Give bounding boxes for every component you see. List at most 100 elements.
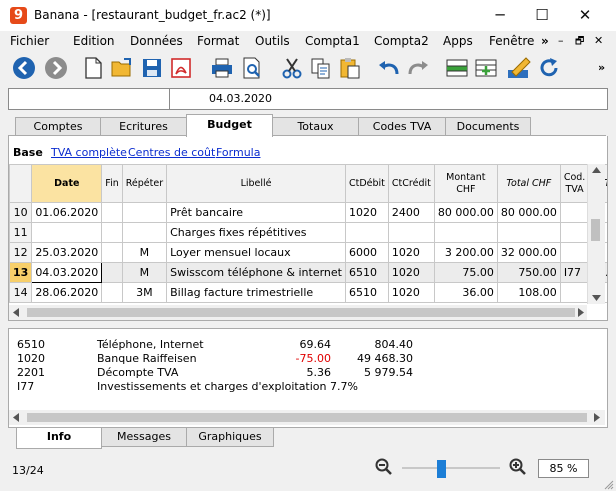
close-button[interactable]: ✕ xyxy=(562,0,608,31)
cell-date[interactable] xyxy=(31,222,103,243)
tab-totaux[interactable]: Totaux xyxy=(272,117,359,136)
cell-repeter[interactable]: M xyxy=(121,262,168,283)
cell-montant[interactable]: 80 000.00 xyxy=(433,202,498,223)
table-row[interactable]: 10 01.06.2020 Prêt bancaire 1020 2400 80… xyxy=(9,202,607,223)
menu-fichier[interactable]: Fichier xyxy=(10,34,49,48)
maximize-button[interactable]: ☐ xyxy=(519,0,565,31)
table-row[interactable]: 12 25.03.2020 M Loyer mensuel locaux 600… xyxy=(9,242,607,263)
zoom-slider-thumb[interactable] xyxy=(437,460,446,478)
zoom-level-field[interactable]: 85 % xyxy=(538,459,589,478)
tab-info[interactable]: Info xyxy=(16,428,102,449)
cell-cod-tva[interactable] xyxy=(559,282,590,303)
menu-donnees[interactable]: Données xyxy=(130,34,183,48)
redo-icon[interactable] xyxy=(405,55,431,81)
menu-compta2[interactable]: Compta2 xyxy=(374,34,429,48)
cell-ctdebit[interactable]: 6510 xyxy=(344,262,389,283)
scroll-right-arrow-icon[interactable] xyxy=(594,413,600,422)
cell-montant[interactable]: 3 200.00 xyxy=(433,242,498,263)
menu-fenetre[interactable]: Fenêtre xyxy=(489,34,534,48)
cell-ctdebit[interactable]: 1020 xyxy=(344,202,389,223)
cell-ctcredit[interactable]: 1020 xyxy=(387,242,435,263)
cell-cod-tva[interactable] xyxy=(559,242,590,263)
cell-montant[interactable]: 36.00 xyxy=(433,282,498,303)
cell-cod-tva[interactable] xyxy=(559,222,590,243)
zoom-out-icon[interactable] xyxy=(375,458,393,476)
undo-icon[interactable] xyxy=(376,55,402,81)
resize-grip-icon[interactable] xyxy=(604,480,614,490)
cell-date-current[interactable]: 04.03.2020 xyxy=(31,262,103,283)
cell-libelle[interactable]: Prêt bancaire xyxy=(166,202,346,223)
cell-total[interactable] xyxy=(496,222,561,243)
mdi-close-button[interactable]: ✕ xyxy=(594,34,603,47)
mdi-restore-button[interactable]: 🗗 xyxy=(575,34,584,51)
cell-libelle[interactable]: Loyer mensuel locaux xyxy=(166,242,346,263)
scroll-up-arrow-icon[interactable] xyxy=(592,167,601,173)
view-centres-de-cout[interactable]: Centres de coût xyxy=(128,146,215,159)
cell-repeter[interactable]: 3M xyxy=(121,282,168,303)
menu-apps[interactable]: Apps xyxy=(443,34,473,48)
menu-format[interactable]: Format xyxy=(197,34,239,48)
recheck-icon[interactable] xyxy=(536,55,562,81)
cell-ctdebit[interactable]: 6000 xyxy=(344,242,389,263)
cut-icon[interactable] xyxy=(279,55,305,81)
cell-montant[interactable] xyxy=(433,222,498,243)
cell-repeter[interactable] xyxy=(121,202,168,223)
column-header-total[interactable]: Total CHF xyxy=(496,164,561,203)
cell-total[interactable]: 80 000.00 xyxy=(496,202,561,223)
info-horizontal-scroll-thumb[interactable] xyxy=(27,413,587,422)
cell-total[interactable]: 750.00 xyxy=(496,262,561,283)
menu-more-chevron[interactable]: » xyxy=(541,34,549,48)
edit-pen-icon[interactable] xyxy=(506,55,532,81)
view-tva-complete[interactable]: TVA complète xyxy=(51,146,127,159)
tab-messages[interactable]: Messages xyxy=(101,428,187,447)
cell-ctcredit[interactable]: 1020 xyxy=(387,262,435,283)
print-icon[interactable] xyxy=(209,55,235,81)
table-row[interactable]: 11 Charges fixes répétitives xyxy=(9,222,607,243)
cell-fin[interactable] xyxy=(101,202,123,223)
view-base[interactable]: Base xyxy=(13,146,43,159)
menu-compta1[interactable]: Compta1 xyxy=(305,34,360,48)
save-icon[interactable] xyxy=(139,55,165,81)
selected-table-row[interactable]: 13 04.03.2020 M Swisscom téléphone & int… xyxy=(9,262,607,283)
cell-repeter[interactable]: M xyxy=(121,242,168,263)
zoom-in-icon[interactable] xyxy=(509,458,527,476)
scroll-left-arrow-icon[interactable] xyxy=(13,413,19,422)
grid-horizontal-scroll-thumb[interactable] xyxy=(27,308,575,317)
column-header-fin[interactable]: Fin xyxy=(101,164,123,203)
cell-fin[interactable] xyxy=(101,242,123,263)
cell-ctcredit[interactable]: 2400 xyxy=(387,202,435,223)
cell-total[interactable]: 32 000.00 xyxy=(496,242,561,263)
tab-comptes[interactable]: Comptes xyxy=(15,117,101,136)
back-icon[interactable] xyxy=(11,55,37,81)
column-header-montant[interactable]: Montant CHF xyxy=(433,164,498,203)
cell-ctcredit[interactable]: 1020 xyxy=(387,282,435,303)
print-preview-icon[interactable] xyxy=(239,55,265,81)
minimize-button[interactable]: ─ xyxy=(477,0,523,31)
column-header-libelle[interactable]: Libellé xyxy=(166,164,346,203)
cell-ctcredit[interactable] xyxy=(387,222,435,243)
cell-montant[interactable]: 75.00 xyxy=(433,262,498,283)
column-header-ctcredit[interactable]: CtCrédit xyxy=(387,164,435,203)
tab-graphiques[interactable]: Graphiques xyxy=(186,428,274,447)
copy-icon[interactable] xyxy=(308,55,334,81)
cell-date[interactable]: 25.03.2020 xyxy=(31,242,103,263)
column-header-ctdebit[interactable]: CtDébit xyxy=(344,164,389,203)
add-rows-icon[interactable] xyxy=(473,55,499,81)
scroll-left-arrow-icon[interactable] xyxy=(13,308,19,317)
cell-cod-tva[interactable] xyxy=(559,202,590,223)
column-header-repeter[interactable]: Répéter xyxy=(121,164,168,203)
tab-ecritures[interactable]: Ecritures xyxy=(100,117,187,136)
tab-codes-tva[interactable]: Codes TVA xyxy=(358,117,446,136)
cell-repeter[interactable] xyxy=(121,222,168,243)
cell-libelle[interactable]: Charges fixes répétitives xyxy=(166,222,346,243)
cell-total[interactable]: 108.00 xyxy=(496,282,561,303)
tab-budget[interactable]: Budget xyxy=(186,114,273,137)
cell-ctdebit[interactable]: 6510 xyxy=(344,282,389,303)
column-header-cod-tva[interactable]: Cod. TVA xyxy=(559,164,590,203)
cell-ctdebit[interactable] xyxy=(344,222,389,243)
scroll-down-arrow-icon[interactable] xyxy=(592,295,601,301)
new-file-icon[interactable] xyxy=(80,55,106,81)
view-formula[interactable]: Formula xyxy=(216,146,260,159)
pdf-icon[interactable] xyxy=(168,55,194,81)
paste-icon[interactable] xyxy=(337,55,363,81)
